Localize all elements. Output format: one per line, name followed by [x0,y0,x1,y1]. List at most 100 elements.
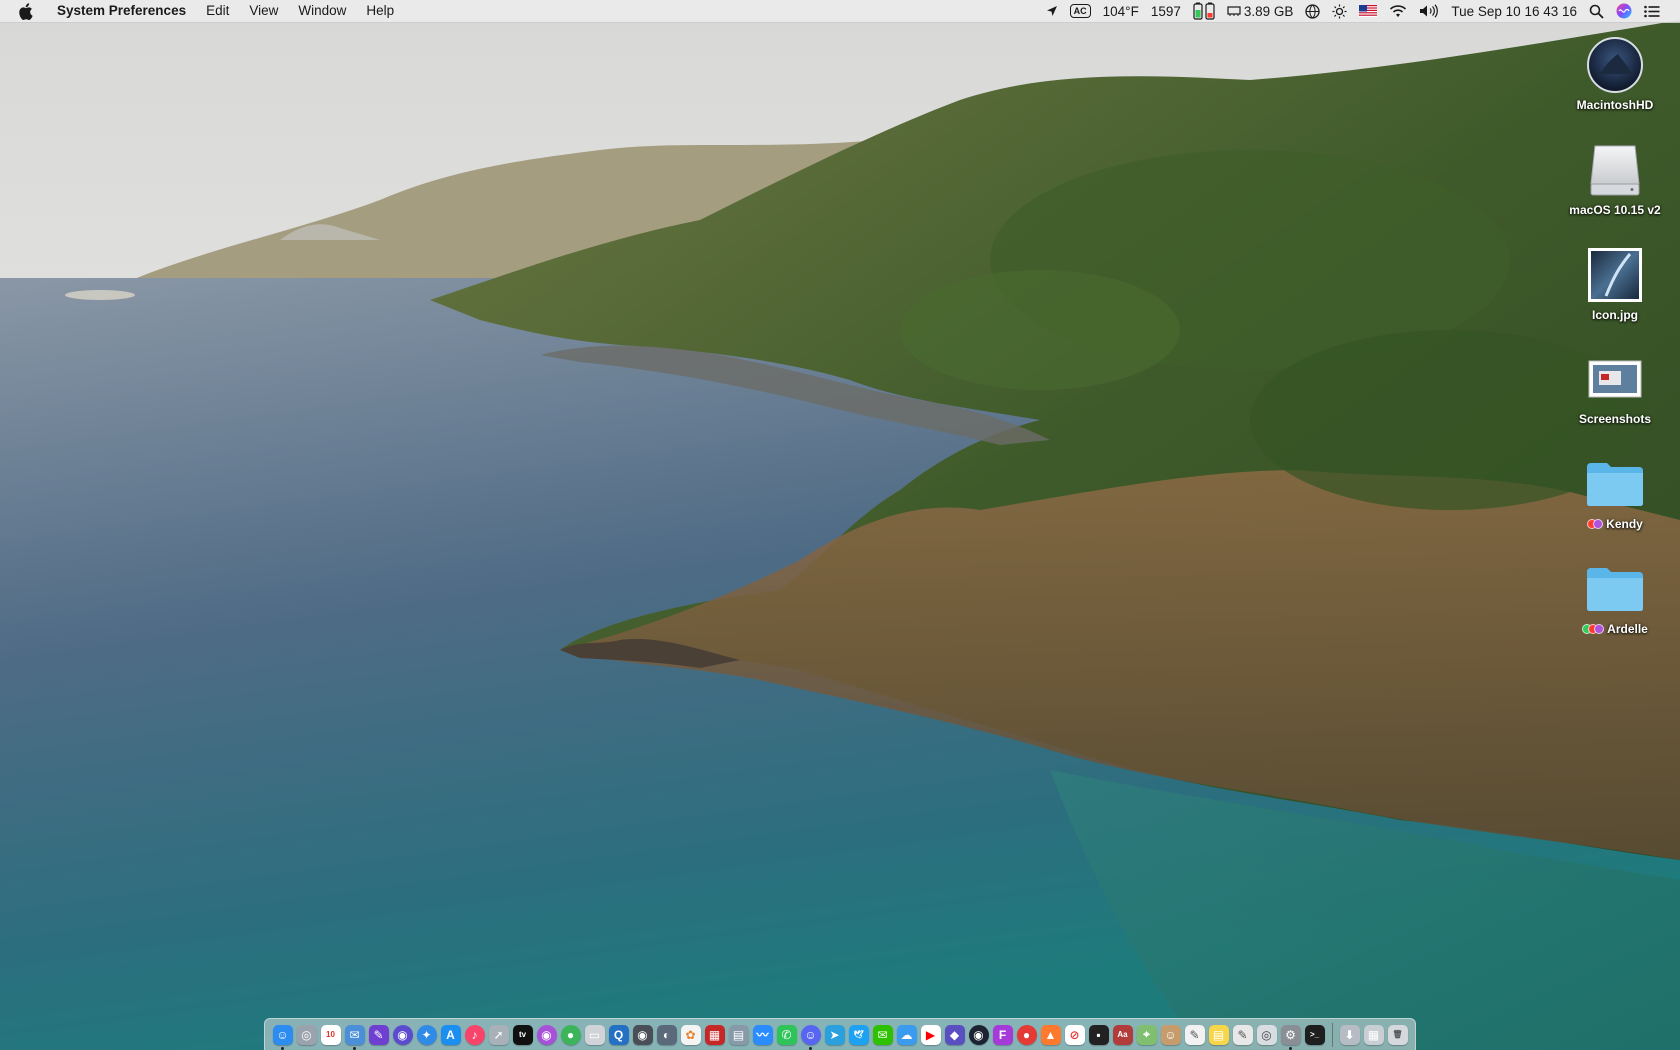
dock-app-find-my[interactable]: ● [560,1024,581,1045]
dock-app-launchpad[interactable]: ◎ [296,1024,317,1045]
desktop-icon-label: MacintoshHD [1576,98,1654,112]
desktop-icon-macintoshhd[interactable]: MacintoshHD [1560,34,1670,112]
camo-icon: ◉ [973,1027,984,1042]
dock-app-system-preferences[interactable]: ⚙ [1280,1024,1301,1050]
temperature-readout[interactable]: 104°F [1097,4,1145,19]
image-file-icon [1584,244,1646,306]
dock-app-messenger[interactable]: 〰 [752,1024,773,1045]
dock-app-image-capture[interactable]: ▤ [728,1024,749,1045]
menu-edit[interactable]: Edit [196,0,239,22]
launchpad-icon: ◎ [301,1027,312,1042]
battery-indicators[interactable] [1187,2,1221,20]
dock-app-vpn[interactable]: ◆ [944,1024,965,1045]
dock-app-rocket[interactable]: ➚ [488,1024,509,1045]
desktop-wallpaper [0,0,1680,1050]
dock-app-recorder[interactable]: ● [1016,1024,1037,1045]
desktop-icon-screenshots[interactable]: Screenshots [1560,348,1670,426]
desktop-icon-label: Screenshots [1578,412,1652,426]
dock-app-wechat[interactable]: ✉ [872,1024,893,1045]
stickies-icon: ▤ [1212,1027,1225,1042]
dock-app-camo[interactable]: ◉ [968,1024,989,1045]
dock-app-stickies[interactable]: ▤ [1208,1024,1229,1045]
apple-logo-icon[interactable] [19,2,37,20]
dock-app-siri[interactable]: ◉ [392,1024,413,1045]
finder-icon: ☺ [276,1027,289,1042]
dock-app-camera[interactable]: ◉ [632,1024,653,1045]
dock-app-dictionary[interactable]: Aa [1112,1024,1133,1045]
dock-app-trash[interactable]: 🗑 [1387,1024,1408,1045]
disk-icon [1584,34,1646,96]
dock-app-music-red[interactable]: ▲ [1040,1024,1061,1045]
siri-icon[interactable] [1610,3,1638,19]
globe-icon[interactable] [1299,3,1326,19]
running-indicator [808,1046,812,1050]
us-flag-input-source-icon[interactable] [1353,5,1383,17]
wechat-icon: ✉ [877,1027,888,1042]
tag-dots [1587,519,1604,529]
volume-icon[interactable] [1413,4,1445,18]
folder-name: Kendy [1606,517,1643,531]
dock-app-telegram[interactable]: ➤ [824,1024,845,1045]
clock[interactable]: Tue Sep 10 16 43 16 [1445,4,1583,19]
spotlight-search-icon[interactable] [1583,4,1610,19]
dock-app-whatsapp[interactable]: ✆ [776,1024,797,1045]
dock-app-notes[interactable]: ✎ [368,1024,389,1045]
dock-app-terminal[interactable]: >_ [1304,1024,1325,1045]
dock-app-maps[interactable]: ⌖ [1136,1024,1157,1045]
folder-name: Ardelle [1607,622,1648,636]
dock-app-quicktime[interactable]: Q [608,1024,629,1045]
tv-icon: tv [518,1030,527,1039]
location-arrow-icon[interactable] [1040,5,1064,17]
dock-app-safari[interactable]: ✦ [416,1024,437,1045]
fan-speed-readout[interactable]: 1597 [1145,4,1187,19]
whatsapp-icon: ✆ [781,1027,792,1042]
dock-app-script-editor[interactable]: ✎ [1232,1024,1253,1045]
menu-view[interactable]: View [239,0,288,22]
dock-app-mail[interactable]: ✉ [344,1024,365,1050]
menu-window[interactable]: Window [288,0,356,22]
desktop-icon-kendy-folder[interactable]: Kendy [1560,453,1670,531]
brightness-icon[interactable] [1326,4,1353,19]
dock-app-twitter[interactable]: 🕊 [848,1024,869,1045]
memory-readout[interactable]: 3.89 GB [1221,4,1300,19]
console-icon: ▪ [1096,1027,1101,1042]
dock-app-contacts[interactable]: ☺ [1160,1024,1181,1045]
app-menu-system-preferences[interactable]: System Preferences [57,0,196,22]
camera-icon: ◉ [637,1027,648,1042]
dock-app-youtube[interactable]: ▶ [920,1024,941,1045]
dock-app-app-store[interactable]: A [440,1024,461,1045]
dock-app-block[interactable]: ⊘ [1064,1024,1085,1045]
desktop-icon-icon-jpg[interactable]: Icon.jpg [1560,244,1670,322]
menu-help[interactable]: Help [356,0,404,22]
dock-app-finder[interactable]: ☺ [272,1024,293,1050]
drive-icon [1584,139,1646,201]
dock-app-text-edit[interactable]: ✎ [1184,1024,1205,1045]
dock-app-downloads[interactable]: ⬇ [1339,1024,1360,1045]
dock-app-console[interactable]: ▪ [1088,1024,1109,1045]
power-ac-indicator[interactable]: AC [1064,4,1097,18]
youtube-icon: ▶ [925,1027,936,1042]
notification-center-icon[interactable] [1638,5,1666,18]
dock-app-photos[interactable]: ✿ [680,1024,701,1045]
purple-tag-dot [1594,624,1605,634]
dock-app-documents[interactable]: ▦ [1363,1024,1384,1045]
dock-app-tv[interactable]: tv [512,1024,533,1045]
calendar-icon: 10 [326,1030,335,1039]
wifi-icon[interactable] [1383,4,1413,18]
desktop-icon-macos-drive[interactable]: macOS 10.15 v2 [1560,139,1670,217]
dock-app-preview[interactable]: ▭ [584,1024,605,1045]
dock-app-podcasts[interactable]: ◉ [536,1024,557,1045]
menu-bar: System Preferences Edit View Window Help… [0,0,1680,23]
dock-app-figma[interactable]: F [992,1024,1013,1045]
dock-app-photo-booth[interactable]: ◐ [656,1024,677,1045]
desktop-icon-ardelle-folder[interactable]: Ardelle [1560,558,1670,636]
notes-icon: ✎ [373,1027,384,1042]
dock-app-music[interactable]: ♪ [464,1024,485,1045]
maps-icon: ⌖ [1143,1027,1150,1041]
dock-app-disk-utility[interactable]: ◎ [1256,1024,1277,1045]
dock-app-calendar[interactable]: 10 [320,1024,341,1045]
dock-app-photo-booth-red[interactable]: ▦ [704,1024,725,1045]
dock-app-weather[interactable]: ☁ [896,1024,917,1045]
dock-app-discord[interactable]: ☺ [800,1024,821,1050]
desktop-icon-label: Icon.jpg [1592,308,1638,322]
